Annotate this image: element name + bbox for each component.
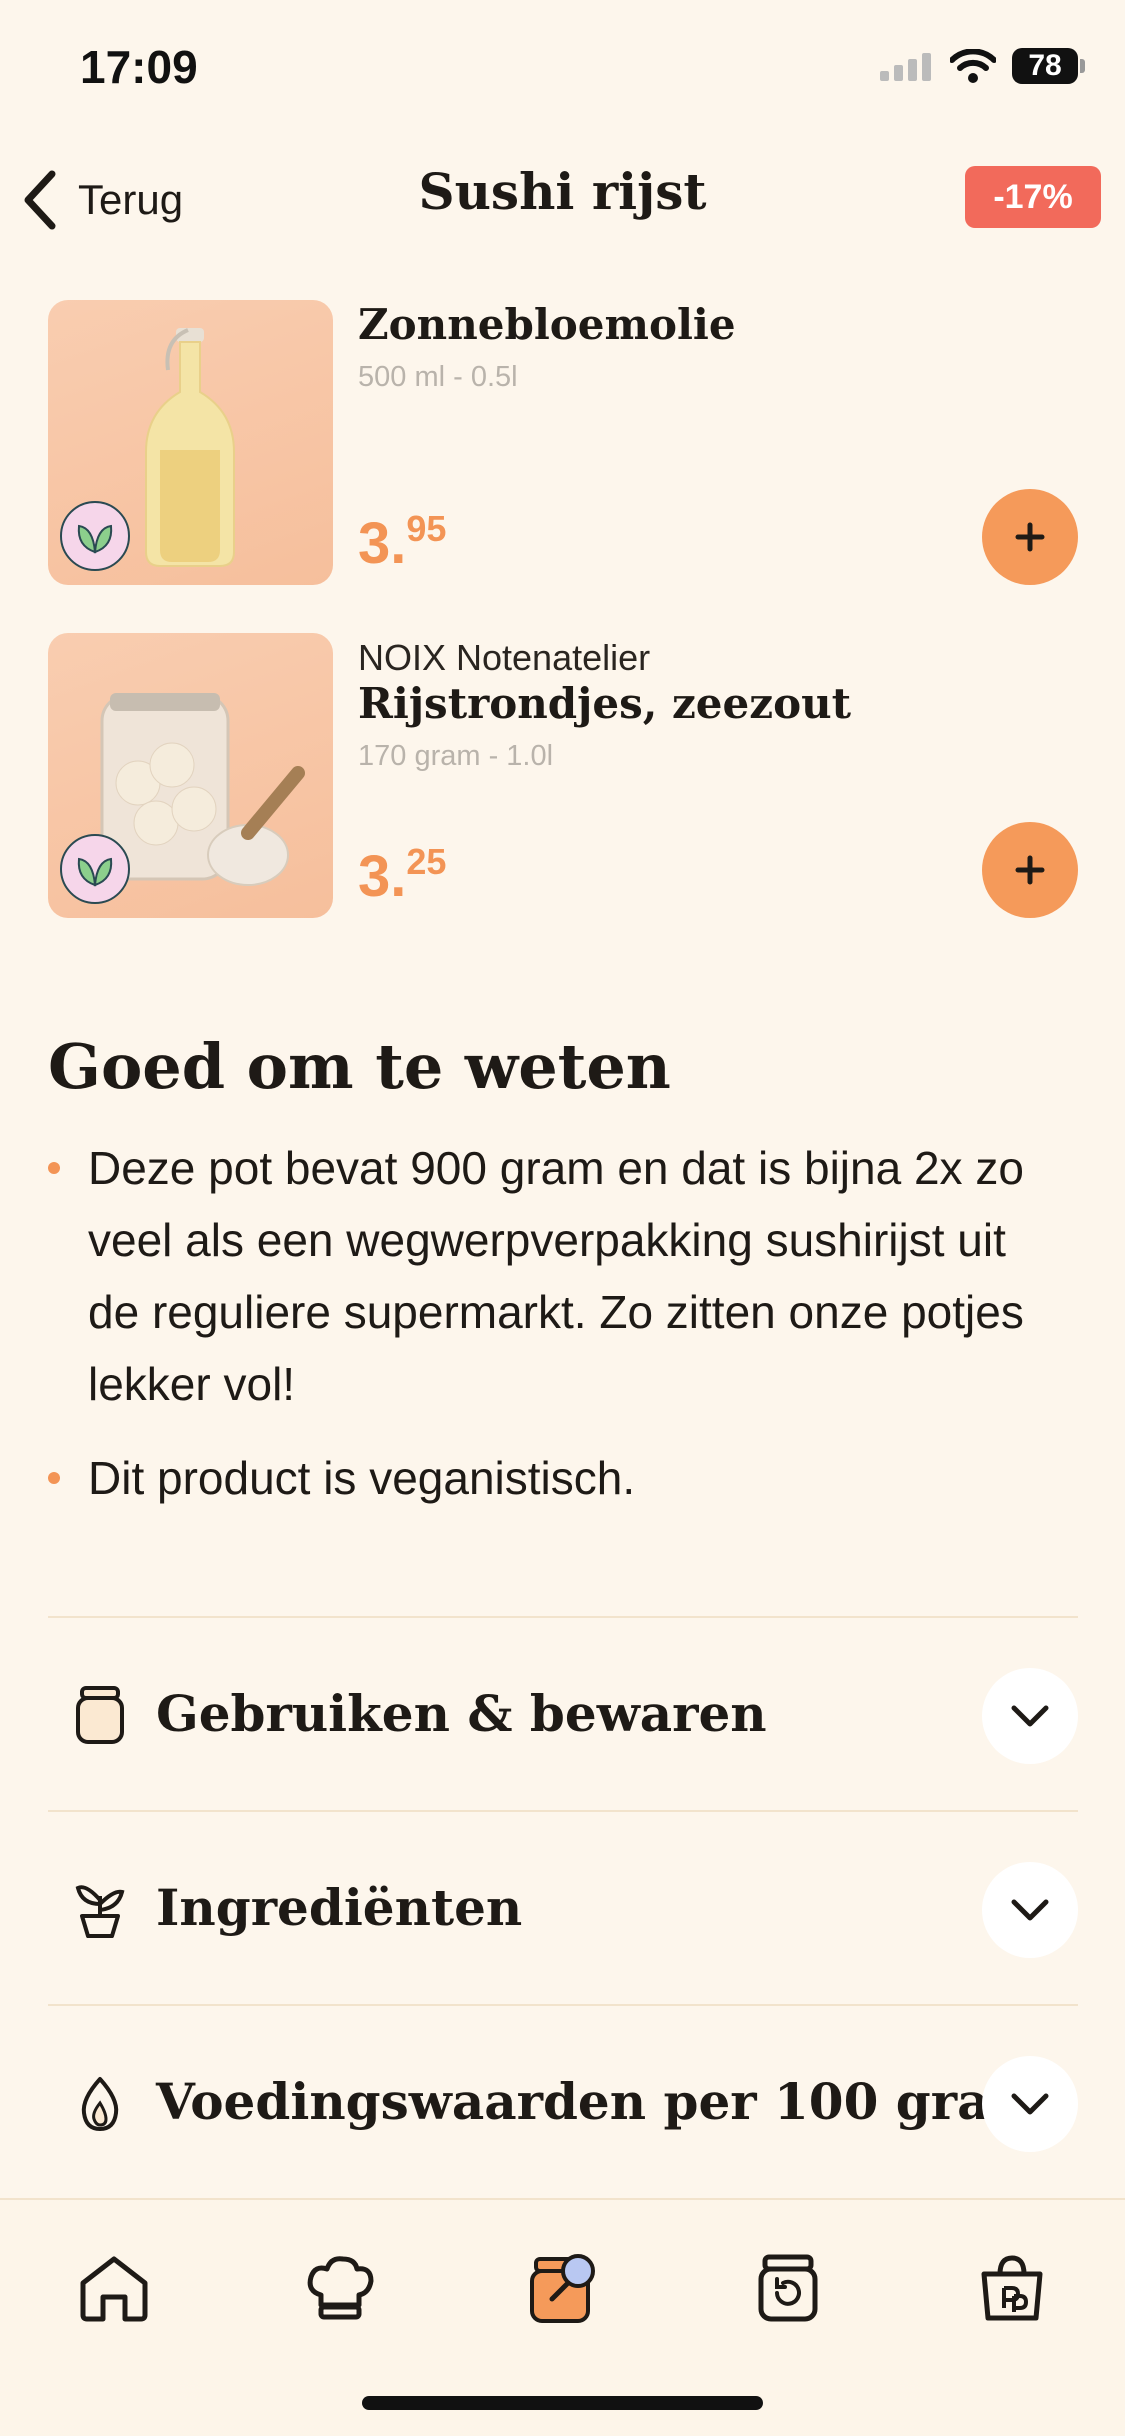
expand-button[interactable] xyxy=(982,1668,1078,1764)
product-brand: NOIX Notenatelier xyxy=(358,637,651,678)
home-indicator xyxy=(362,2396,763,2410)
product-info: NOIX Notenatelier Rijstrondjes, zeezout … xyxy=(358,633,1078,918)
nav-refill[interactable] xyxy=(740,2240,836,2336)
vegan-badge xyxy=(60,834,130,904)
accordion-label: Gebruiken & bewaren xyxy=(156,1684,767,1743)
product-image xyxy=(48,633,333,918)
chef-hat-icon xyxy=(307,2256,374,2320)
header: Terug Sushi rijst -17% xyxy=(0,150,1125,250)
wifi-icon xyxy=(950,49,996,83)
discount-badge: -17% xyxy=(965,166,1101,228)
product-price: 3.95 xyxy=(358,508,447,576)
nav-recipes[interactable] xyxy=(292,2240,388,2336)
add-to-cart-button[interactable] xyxy=(982,822,1078,918)
leaf-icon xyxy=(77,524,113,554)
plus-icon xyxy=(1015,855,1045,885)
home-icon xyxy=(80,2256,148,2322)
accordion-ingredients[interactable]: Ingrediënten xyxy=(48,1810,1078,2006)
bottom-nav xyxy=(0,2198,1125,2436)
battery-level: 78 xyxy=(1012,48,1078,84)
plus-icon xyxy=(1015,522,1045,552)
product-image xyxy=(48,300,333,585)
product-size: 500 ml - 0.5l xyxy=(358,361,518,393)
signal-icon xyxy=(880,53,931,81)
battery-icon: 78 xyxy=(1012,48,1085,84)
product-price: 3.25 xyxy=(358,841,447,909)
good-to-know-list: Deze pot bevat 900 gram en dat is bijna … xyxy=(48,1132,1068,1536)
vegan-badge xyxy=(60,501,130,571)
expand-button[interactable] xyxy=(982,1862,1078,1958)
list-item: Dit product is veganistisch. xyxy=(48,1442,1068,1514)
plant-icon xyxy=(70,1880,130,1940)
bullet-dot xyxy=(48,1472,60,1484)
chevron-down-icon xyxy=(1011,2093,1049,2115)
jar-icon xyxy=(70,1686,130,1746)
nav-cart[interactable] xyxy=(964,2240,1060,2336)
product-size: 170 gram - 1.0l xyxy=(358,740,554,772)
product-card[interactable]: Zonnebloemolie 500 ml - 0.5l 3.95 xyxy=(48,300,1078,585)
product-info: Zonnebloemolie 500 ml - 0.5l 3.95 xyxy=(358,300,1078,585)
chevron-down-icon xyxy=(1011,1705,1049,1727)
leaf-icon xyxy=(77,857,113,887)
refill-jar-icon xyxy=(758,2254,818,2322)
chevron-down-icon xyxy=(1011,1899,1049,1921)
add-to-cart-button[interactable] xyxy=(982,489,1078,585)
flame-icon xyxy=(70,2074,130,2134)
search-jar-icon xyxy=(530,2254,595,2323)
good-to-know-title: Goed om te weten xyxy=(48,1030,671,1103)
product-name: Rijstrondjes, zeezout xyxy=(358,679,852,728)
status-icons: 78 xyxy=(880,48,1085,84)
bullet-dot xyxy=(48,1162,60,1174)
product-card[interactable]: NOIX Notenatelier Rijstrondjes, zeezout … xyxy=(48,633,1078,918)
nav-products[interactable] xyxy=(516,2240,612,2336)
status-time: 17:09 xyxy=(80,41,198,93)
accordion-usage-storage[interactable]: Gebruiken & bewaren xyxy=(48,1616,1078,1812)
shopping-bag-icon xyxy=(981,2255,1043,2321)
product-name: Zonnebloemolie xyxy=(358,300,736,349)
nav-home[interactable] xyxy=(66,2240,162,2336)
status-bar: 17:09 78 xyxy=(0,0,1125,130)
accordion-label: Ingrediënten xyxy=(156,1878,523,1937)
expand-button[interactable] xyxy=(982,2056,1078,2152)
accordion-label: Voedingswaarden per 100 gram xyxy=(156,2072,1043,2131)
accordion-nutrition[interactable]: Voedingswaarden per 100 gram xyxy=(48,2004,1078,2200)
list-item: Deze pot bevat 900 gram en dat is bijna … xyxy=(48,1132,1068,1420)
page-title: Sushi rijst xyxy=(418,162,707,221)
